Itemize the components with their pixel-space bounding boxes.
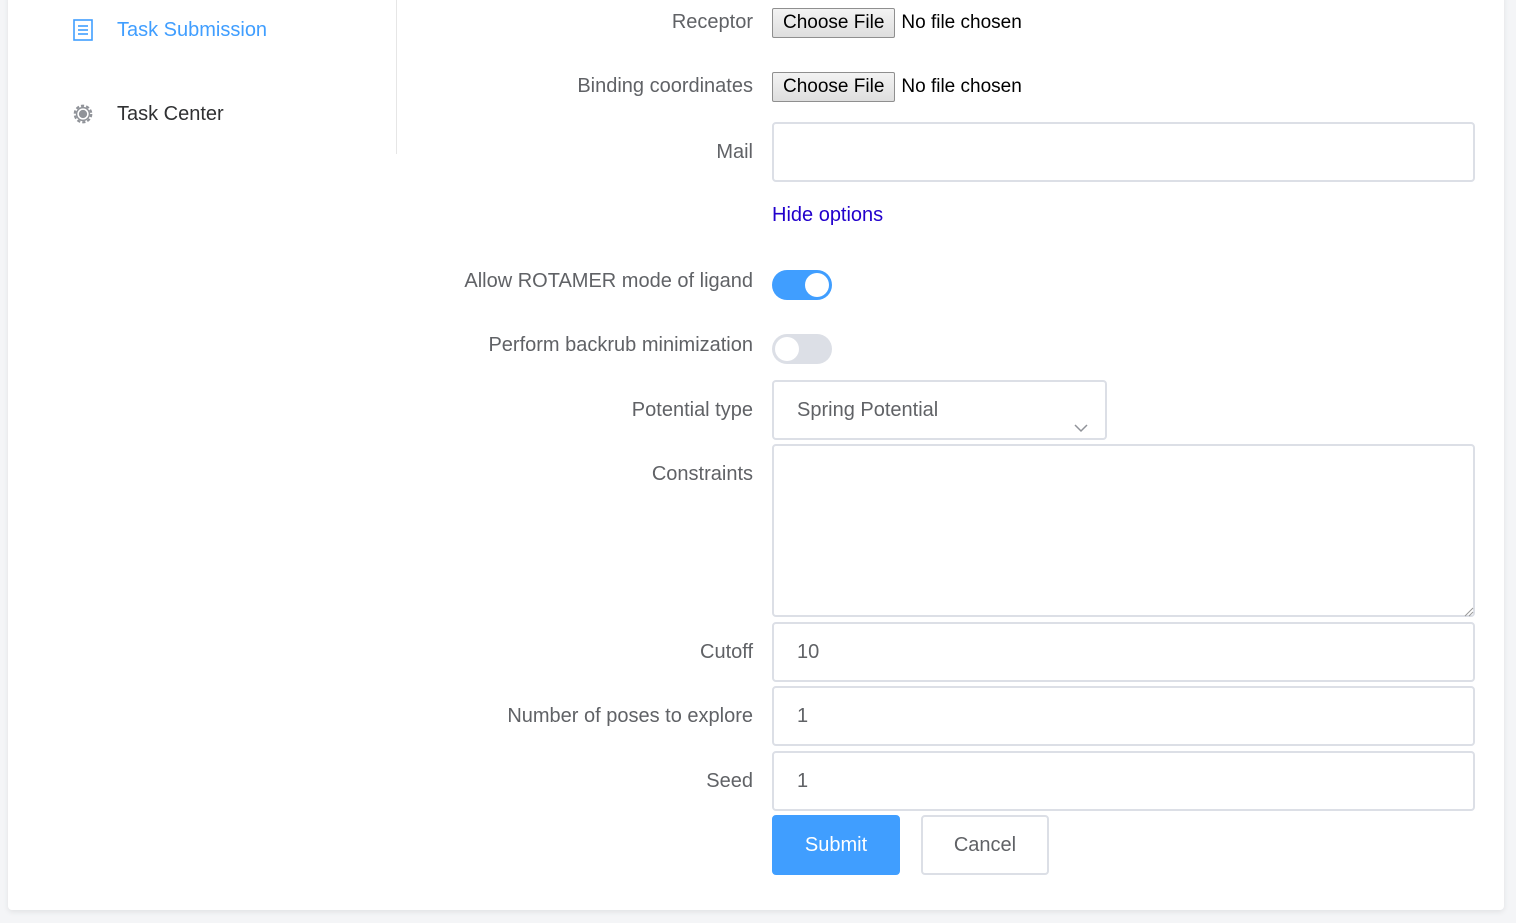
sidebar-item-task-center[interactable]: Task Center — [72, 98, 224, 130]
toggle-knob — [775, 337, 799, 361]
sidebar-item-label: Task Submission — [117, 18, 268, 41]
receptor-choose-file-button[interactable]: Choose File — [772, 8, 896, 38]
binding-file-status: No file chosen — [901, 76, 1022, 97]
form-row-potential: Potential type Spring Potential — [400, 380, 1476, 440]
rotamer-label: Allow ROTAMER mode of ligand — [464, 270, 753, 292]
seed-label: Seed — [706, 770, 753, 792]
form-row-mail: Mail — [400, 122, 1476, 182]
cutoff-input[interactable]: 10 — [772, 622, 1475, 682]
form-row-cutoff: Cutoff 10 — [400, 622, 1476, 682]
constraints-label: Constraints — [651, 463, 753, 485]
poses-label: Number of poses to explore — [507, 705, 753, 727]
form-row-receptor: Receptor Choose File No file chosen — [400, 8, 1476, 38]
backrub-toggle[interactable] — [772, 334, 832, 364]
binding-coordinates-label: Binding coordinates — [577, 75, 753, 97]
binding-choose-file-button[interactable]: Choose File — [772, 72, 896, 102]
potential-type-select[interactable]: Spring Potential — [772, 380, 1107, 440]
constraints-textarea[interactable] — [772, 444, 1475, 617]
form-row-rotamer: Allow ROTAMER mode of ligand — [400, 270, 1476, 300]
hide-options-link[interactable]: Hide options — [772, 204, 883, 227]
form-row-constraints: Constraints — [400, 444, 1476, 617]
seed-input[interactable]: 1 — [772, 751, 1475, 811]
sidebar-item-task-submission[interactable]: Task Submission — [72, 14, 267, 46]
sidebar: Task Submission Task Center — [8, 0, 397, 154]
submit-button[interactable]: Submit — [772, 815, 900, 875]
cutoff-label: Cutoff — [700, 641, 753, 663]
toggle-knob — [805, 273, 829, 297]
potential-type-value: Spring Potential — [797, 399, 939, 421]
resize-handle-icon[interactable] — [1464, 604, 1474, 622]
form-row-binding: Binding coordinates Choose File No file c… — [400, 72, 1476, 102]
poses-input[interactable]: 1 — [772, 686, 1475, 746]
potential-type-label: Potential type — [631, 399, 753, 421]
receptor-file-input: Choose File No file chosen — [772, 8, 1022, 38]
cancel-button[interactable]: Cancel — [921, 815, 1049, 875]
mail-input[interactable] — [772, 122, 1475, 182]
form-row-backrub: Perform backrub minimization — [400, 334, 1476, 364]
receptor-label: Receptor — [671, 11, 753, 33]
receptor-file-status: No file chosen — [901, 12, 1022, 33]
sidebar-item-label: Task Center — [117, 102, 224, 125]
rotamer-toggle[interactable] — [772, 270, 832, 300]
backrub-label: Perform backrub minimization — [488, 334, 753, 356]
form-row-actions: Submit Cancel — [400, 815, 1476, 875]
document-icon — [72, 19, 94, 41]
binding-file-input: Choose File No file chosen — [772, 72, 1022, 102]
form-row-seed: Seed 1 — [400, 751, 1476, 811]
form-row-poses: Number of poses to explore 1 — [400, 686, 1476, 746]
mail-label: Mail — [716, 141, 753, 163]
gear-icon — [72, 103, 94, 125]
form-row-options: Hide options — [400, 204, 1476, 232]
